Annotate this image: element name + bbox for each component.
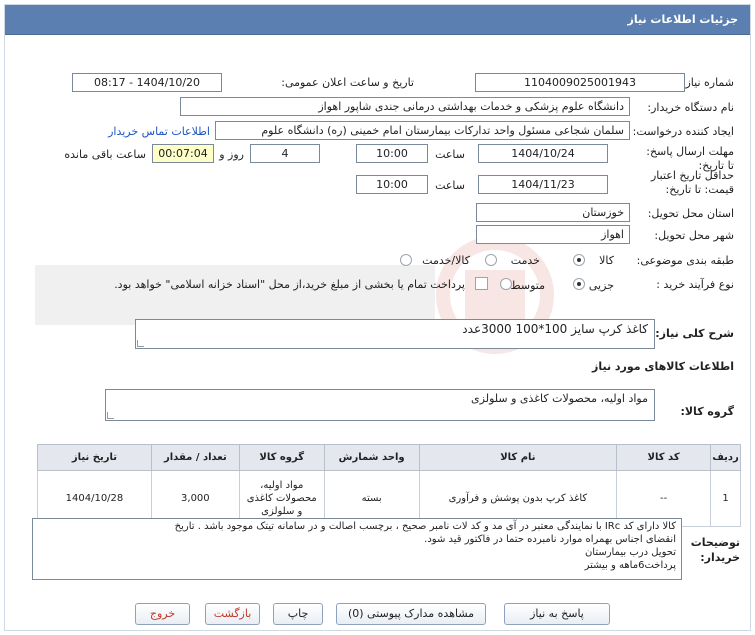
days-label: روز و: [219, 148, 244, 161]
items-table: ردیف کد کالا نام کالا واحد شمارش گروه کا…: [37, 444, 741, 527]
need-number-field: 1104009025001943: [475, 73, 685, 92]
deadline-time-field: 10:00: [356, 144, 428, 163]
cell-index: 1: [710, 470, 741, 527]
col-date: تاریخ نیاز: [37, 444, 152, 471]
buyer-field: دانشگاه علوم پزشکی و خدمات بهداشتی درمان…: [180, 97, 630, 116]
validity-date-field: 1404/11/23: [478, 175, 608, 194]
days-field: 4: [250, 144, 320, 163]
process-option-minor: جزیی: [588, 279, 614, 292]
col-code: کد کالا: [616, 444, 712, 471]
process-option-medium: متوسط: [510, 279, 545, 292]
deadline-date-field: 1404/10/24: [478, 144, 608, 163]
goods-group-textbox: مواد اولیه، محصولات کاغذی و سلولزی: [105, 389, 655, 421]
col-unit: واحد شمارش: [323, 444, 420, 471]
validity-time-label: ساعت: [435, 179, 465, 192]
category-option-goods-service: کالا/خدمت: [422, 254, 470, 267]
buyer-notes-line: پرداخت6ماهه و بیشتر: [584, 560, 676, 571]
buyer-notes-textbox: کالا دارای کد IRc با نمایندگی معتبر در آ…: [32, 518, 682, 580]
need-number-label: شماره نیاز:: [681, 76, 734, 89]
col-qty: تعداد / مقدار: [150, 444, 240, 471]
province-field: خوزستان: [476, 203, 630, 222]
resize-grip-icon: [137, 340, 144, 347]
resize-grip-icon: [107, 412, 114, 419]
col-name: نام کالا: [418, 444, 618, 471]
validity-time-field: 10:00: [356, 175, 428, 194]
deadline-time-label: ساعت: [435, 148, 465, 161]
buyer-notes-line: کالا دارای کد IRc با نمایندگی معتبر در آ…: [174, 521, 676, 532]
announce-label: تاریخ و ساعت اعلان عمومی:: [281, 76, 414, 89]
title-bar: جزئیات اطلاعات نیاز: [5, 5, 750, 35]
creator-field: سلمان شجاعی مسئول واحد تدارکات بیمارستان…: [215, 121, 630, 140]
summary-textbox: کاغذ کرپ سایز 100*100 3000عدد: [135, 319, 655, 349]
category-option-goods: کالا: [599, 254, 614, 267]
category-radio-service[interactable]: [485, 254, 497, 266]
city-label: شهر محل تحویل:: [654, 229, 734, 242]
category-option-service: خدمت: [510, 254, 540, 267]
announce-field: 1404/10/20 - 08:17: [72, 73, 222, 92]
treasury-note: پرداخت تمام یا بخشی از مبلغ خرید،از محل …: [114, 278, 465, 291]
treasury-checkbox[interactable]: [475, 277, 488, 290]
goods-info-heading: اطلاعات کالاهای مورد نیاز: [592, 360, 734, 373]
goods-group-label: گروه کالا:: [680, 405, 734, 418]
col-group: گروه کالا: [238, 444, 325, 471]
back-button[interactable]: بازگشت: [205, 603, 260, 625]
table-header-row: ردیف کد کالا نام کالا واحد شمارش گروه کا…: [37, 444, 741, 471]
summary-text: کاغذ کرپ سایز 100*100 3000عدد: [462, 322, 648, 336]
creator-label: ایجاد کننده درخواست:: [632, 125, 734, 138]
province-label: استان محل تحویل:: [647, 207, 734, 220]
summary-label: شرح کلی نیاز:: [655, 327, 734, 340]
process-radio-minor[interactable]: [573, 278, 585, 290]
remaining-label: ساعت باقی مانده: [64, 148, 146, 161]
category-radio-goods-service[interactable]: [400, 254, 412, 266]
goods-group-text: مواد اولیه، محصولات کاغذی و سلولزی: [471, 392, 648, 405]
category-label: طبقه بندی موضوعی:: [636, 254, 734, 267]
process-label: نوع فرآیند خرید :: [656, 278, 734, 291]
buyer-notes-line: تحویل درب بیمارستان: [584, 547, 676, 558]
page-title: جزئیات اطلاعات نیاز: [627, 13, 739, 26]
validity-label: حداقل تاریخ اعتبار قیمت: تا تاریخ:: [650, 169, 734, 196]
buyer-label: نام دستگاه خریدار:: [647, 101, 734, 114]
buyer-notes-line: انقضای اجناس بهمراه موارد نامبرده حتما د…: [424, 534, 676, 545]
attachments-button[interactable]: مشاهده مدارک پیوستی (0): [336, 603, 486, 625]
need-details-window: جزئیات اطلاعات نیاز شماره نیاز: 11040090…: [4, 4, 751, 631]
print-button[interactable]: چاپ: [273, 603, 323, 625]
category-radio-goods[interactable]: [573, 254, 585, 266]
buyer-contact-link[interactable]: اطلاعات تماس خریدار: [108, 125, 210, 138]
remaining-time-field: 00:07:04: [152, 144, 214, 163]
city-field: اهواز: [476, 225, 630, 244]
exit-button[interactable]: خروج: [135, 603, 190, 625]
reply-button[interactable]: پاسخ به نیاز: [504, 603, 610, 625]
col-index: ردیف: [710, 444, 741, 471]
buyer-notes-label: توضیحات خریدار:: [690, 536, 740, 564]
